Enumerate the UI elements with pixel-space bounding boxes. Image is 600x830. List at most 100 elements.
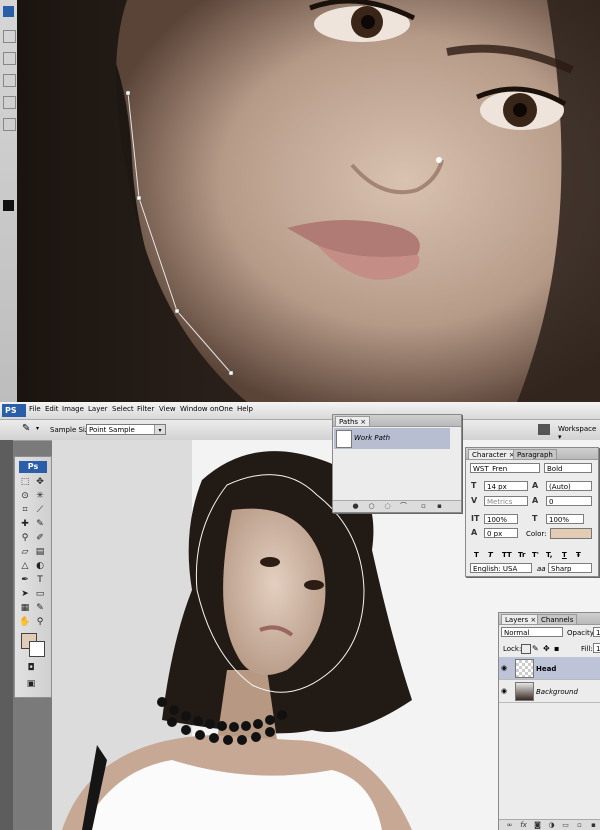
- layer-style-icon[interactable]: fx: [519, 821, 528, 830]
- lock-transparency-icon[interactable]: [521, 644, 531, 654]
- trash-icon[interactable]: ▪: [589, 821, 598, 830]
- gradient-tool-icon[interactable]: ▤: [34, 547, 46, 558]
- move-tool-icon[interactable]: ✥: [34, 477, 46, 488]
- marquee-tool-icon[interactable]: ⬚: [19, 477, 31, 488]
- language-select[interactable]: English: USA: [470, 563, 532, 573]
- screen-mode-icon[interactable]: ▣: [25, 679, 37, 690]
- layer-row-head[interactable]: ◉ Head: [499, 657, 600, 680]
- menu-onone[interactable]: onOne: [210, 405, 233, 413]
- menu-layer[interactable]: Layer: [88, 405, 108, 413]
- menu-window[interactable]: Window: [180, 405, 208, 413]
- horizontal-scale-field[interactable]: 100%: [546, 514, 584, 524]
- history-brush-tool-icon[interactable]: ✐: [34, 533, 46, 544]
- tool-icon[interactable]: [3, 30, 16, 43]
- menu-file[interactable]: File: [29, 405, 41, 413]
- fill-path-icon[interactable]: ●: [351, 502, 360, 511]
- notes-tool-icon[interactable]: ▦: [19, 603, 31, 614]
- tab-paths[interactable]: Paths ×: [335, 416, 371, 426]
- leading-field[interactable]: (Auto): [546, 481, 592, 491]
- eyedropper-tool-icon[interactable]: ✎: [34, 603, 46, 614]
- new-group-icon[interactable]: ▭: [561, 821, 570, 830]
- menu-filter[interactable]: Filter: [137, 405, 154, 413]
- eraser-tool-icon[interactable]: ▱: [19, 547, 31, 558]
- crop-tool-icon[interactable]: ⌗: [19, 505, 31, 516]
- faux-bold-button[interactable]: T: [474, 551, 479, 559]
- clone-stamp-tool-icon[interactable]: ⚲: [19, 533, 31, 544]
- tab-character[interactable]: Character ×: [468, 449, 519, 459]
- tool-icon[interactable]: [3, 118, 16, 131]
- blend-mode-select[interactable]: Normal: [501, 627, 563, 637]
- small-caps-button[interactable]: Tr: [518, 551, 525, 559]
- tab-channels[interactable]: Channels: [537, 614, 578, 624]
- strikethrough-button[interactable]: Ŧ: [576, 551, 581, 559]
- kerning-field[interactable]: Metrics: [484, 496, 528, 506]
- stroke-path-icon[interactable]: ○: [367, 502, 376, 511]
- menu-help[interactable]: Help: [237, 405, 253, 413]
- path-selection-tool-icon[interactable]: ➤: [19, 589, 31, 600]
- new-layer-icon[interactable]: ▫: [575, 821, 584, 830]
- healing-brush-tool-icon[interactable]: ✚: [19, 519, 31, 530]
- zoom-tool-icon[interactable]: ⚲: [34, 617, 46, 628]
- font-size-field[interactable]: 14 px: [484, 481, 528, 491]
- magic-wand-tool-icon[interactable]: ✳: [34, 491, 46, 502]
- opacity-label: Opacity:: [567, 629, 596, 637]
- shape-tool-icon[interactable]: ▭: [34, 589, 46, 600]
- workspace-button[interactable]: Workspace ▾: [558, 425, 600, 441]
- pen-tool-icon[interactable]: ✒: [19, 575, 31, 586]
- tool-icon[interactable]: [3, 96, 16, 109]
- adjustment-layer-icon[interactable]: ◑: [547, 821, 556, 830]
- lock-pixels-icon[interactable]: ✎: [532, 644, 539, 653]
- antialias-select[interactable]: Sharp: [548, 563, 592, 573]
- font-family-select[interactable]: WST_Fren: [470, 463, 540, 473]
- link-layers-icon[interactable]: ∞: [505, 821, 514, 830]
- chevron-down-icon[interactable]: ▾: [36, 425, 39, 432]
- menu-image[interactable]: Image: [62, 405, 84, 413]
- make-work-path-icon[interactable]: ⌒: [399, 502, 408, 511]
- sample-size-select[interactable]: Point Sample ▾: [86, 424, 166, 435]
- blur-tool-icon[interactable]: △: [19, 561, 31, 572]
- menu-edit[interactable]: Edit: [45, 405, 59, 413]
- tab-layers[interactable]: Layers ×: [501, 614, 541, 624]
- layer-mask-icon[interactable]: ◙: [533, 821, 542, 830]
- brush-tool-icon[interactable]: ✎: [34, 519, 46, 530]
- path-row-work-path[interactable]: Work Path: [334, 428, 450, 449]
- menu-view[interactable]: View: [159, 405, 176, 413]
- palette-well-icon[interactable]: [538, 424, 550, 435]
- lock-all-icon[interactable]: ▪: [554, 644, 559, 653]
- underline-button[interactable]: T: [562, 551, 567, 559]
- font-style-select[interactable]: Bold: [544, 463, 592, 473]
- background-color-swatch[interactable]: [29, 641, 45, 657]
- tracking-field[interactable]: 0: [546, 496, 592, 506]
- new-path-icon[interactable]: ▫: [419, 502, 428, 511]
- eye-icon[interactable]: ◉: [501, 687, 510, 695]
- ps-tab-icon[interactable]: [3, 6, 14, 17]
- close-icon[interactable]: ×: [360, 418, 366, 426]
- baseline-shift-field[interactable]: 0 px: [484, 528, 518, 538]
- fill-field[interactable]: 10: [593, 643, 600, 653]
- load-selection-icon[interactable]: ◌: [383, 502, 392, 511]
- text-color-swatch[interactable]: [550, 528, 592, 539]
- foreground-color-swatch[interactable]: [3, 200, 14, 211]
- faux-italic-button[interactable]: T: [488, 551, 493, 559]
- dodge-tool-icon[interactable]: ◐: [34, 561, 46, 572]
- layer-row-background[interactable]: ◉ Background: [499, 680, 600, 703]
- subscript-button[interactable]: T,: [546, 551, 552, 559]
- all-caps-button[interactable]: TT: [502, 551, 512, 559]
- trash-icon[interactable]: ▪: [435, 502, 444, 511]
- vertical-scale-field[interactable]: 100%: [484, 514, 518, 524]
- lock-position-icon[interactable]: ✥: [543, 644, 550, 653]
- type-tool-icon[interactable]: T: [34, 575, 46, 586]
- lasso-tool-icon[interactable]: ⊙: [19, 491, 31, 502]
- superscript-button[interactable]: T': [532, 551, 539, 559]
- quick-mask-icon[interactable]: ◘: [25, 663, 37, 674]
- close-icon[interactable]: ×: [530, 616, 536, 624]
- tab-paragraph[interactable]: Paragraph: [513, 449, 557, 459]
- hand-tool-icon[interactable]: ✋: [19, 617, 31, 628]
- eye-icon[interactable]: ◉: [501, 664, 510, 672]
- eyedropper-icon[interactable]: ✎: [22, 423, 30, 434]
- tool-icon[interactable]: [3, 52, 16, 65]
- opacity-field[interactable]: 10: [593, 627, 600, 637]
- tool-icon[interactable]: [3, 74, 16, 87]
- menu-select[interactable]: Select: [112, 405, 134, 413]
- slice-tool-icon[interactable]: ⟋: [34, 505, 46, 516]
